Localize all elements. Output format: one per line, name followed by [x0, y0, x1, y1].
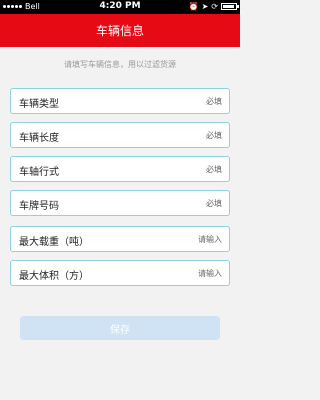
status-bar: Bell 4:20 PM ⏰ ➤ ⟳ [0, 0, 240, 14]
nav-bar: 车辆信息 [0, 14, 240, 47]
field-label: 车轴行式 [19, 167, 59, 178]
save-button-label: 保存 [110, 324, 130, 336]
field-value: 必填 [206, 131, 222, 140]
max-volume-field[interactable]: 最大体积（方） 请输入 [10, 260, 230, 286]
save-button[interactable]: 保存 [20, 316, 220, 340]
field-value: 必填 [206, 165, 222, 174]
location-icon: ➤ [201, 2, 209, 11]
field-label: 车牌号码 [19, 201, 59, 212]
vehicle-length-field[interactable]: 车辆长度 必填 [10, 122, 230, 148]
rotation-lock-icon: ⟳ [211, 2, 218, 11]
field-label: 车辆长度 [19, 133, 59, 144]
plate-number-field[interactable]: 车牌号码 必填 [10, 190, 230, 216]
axle-type-field[interactable]: 车轴行式 必填 [10, 156, 230, 182]
field-label: 车辆类型 [19, 99, 59, 110]
field-value: 必填 [206, 199, 222, 208]
field-value: 请输入 [198, 269, 222, 278]
alarm-icon: ⏰ [188, 2, 199, 11]
field-label: 最大载重（吨） [19, 237, 89, 248]
hint-text: 请填写车辆信息，用以过滤货源 [64, 60, 176, 69]
battery-icon [221, 3, 239, 10]
vehicle-type-field[interactable]: 车辆类型 必填 [10, 88, 230, 114]
field-label: 最大体积（方） [19, 271, 89, 282]
field-value: 请输入 [198, 235, 222, 244]
field-value: 必填 [206, 97, 222, 106]
max-load-field[interactable]: 最大载重（吨） 请输入 [10, 226, 230, 252]
page-title: 车辆信息 [95, 24, 144, 38]
status-right: ⏰ ➤ ⟳ [188, 2, 239, 11]
